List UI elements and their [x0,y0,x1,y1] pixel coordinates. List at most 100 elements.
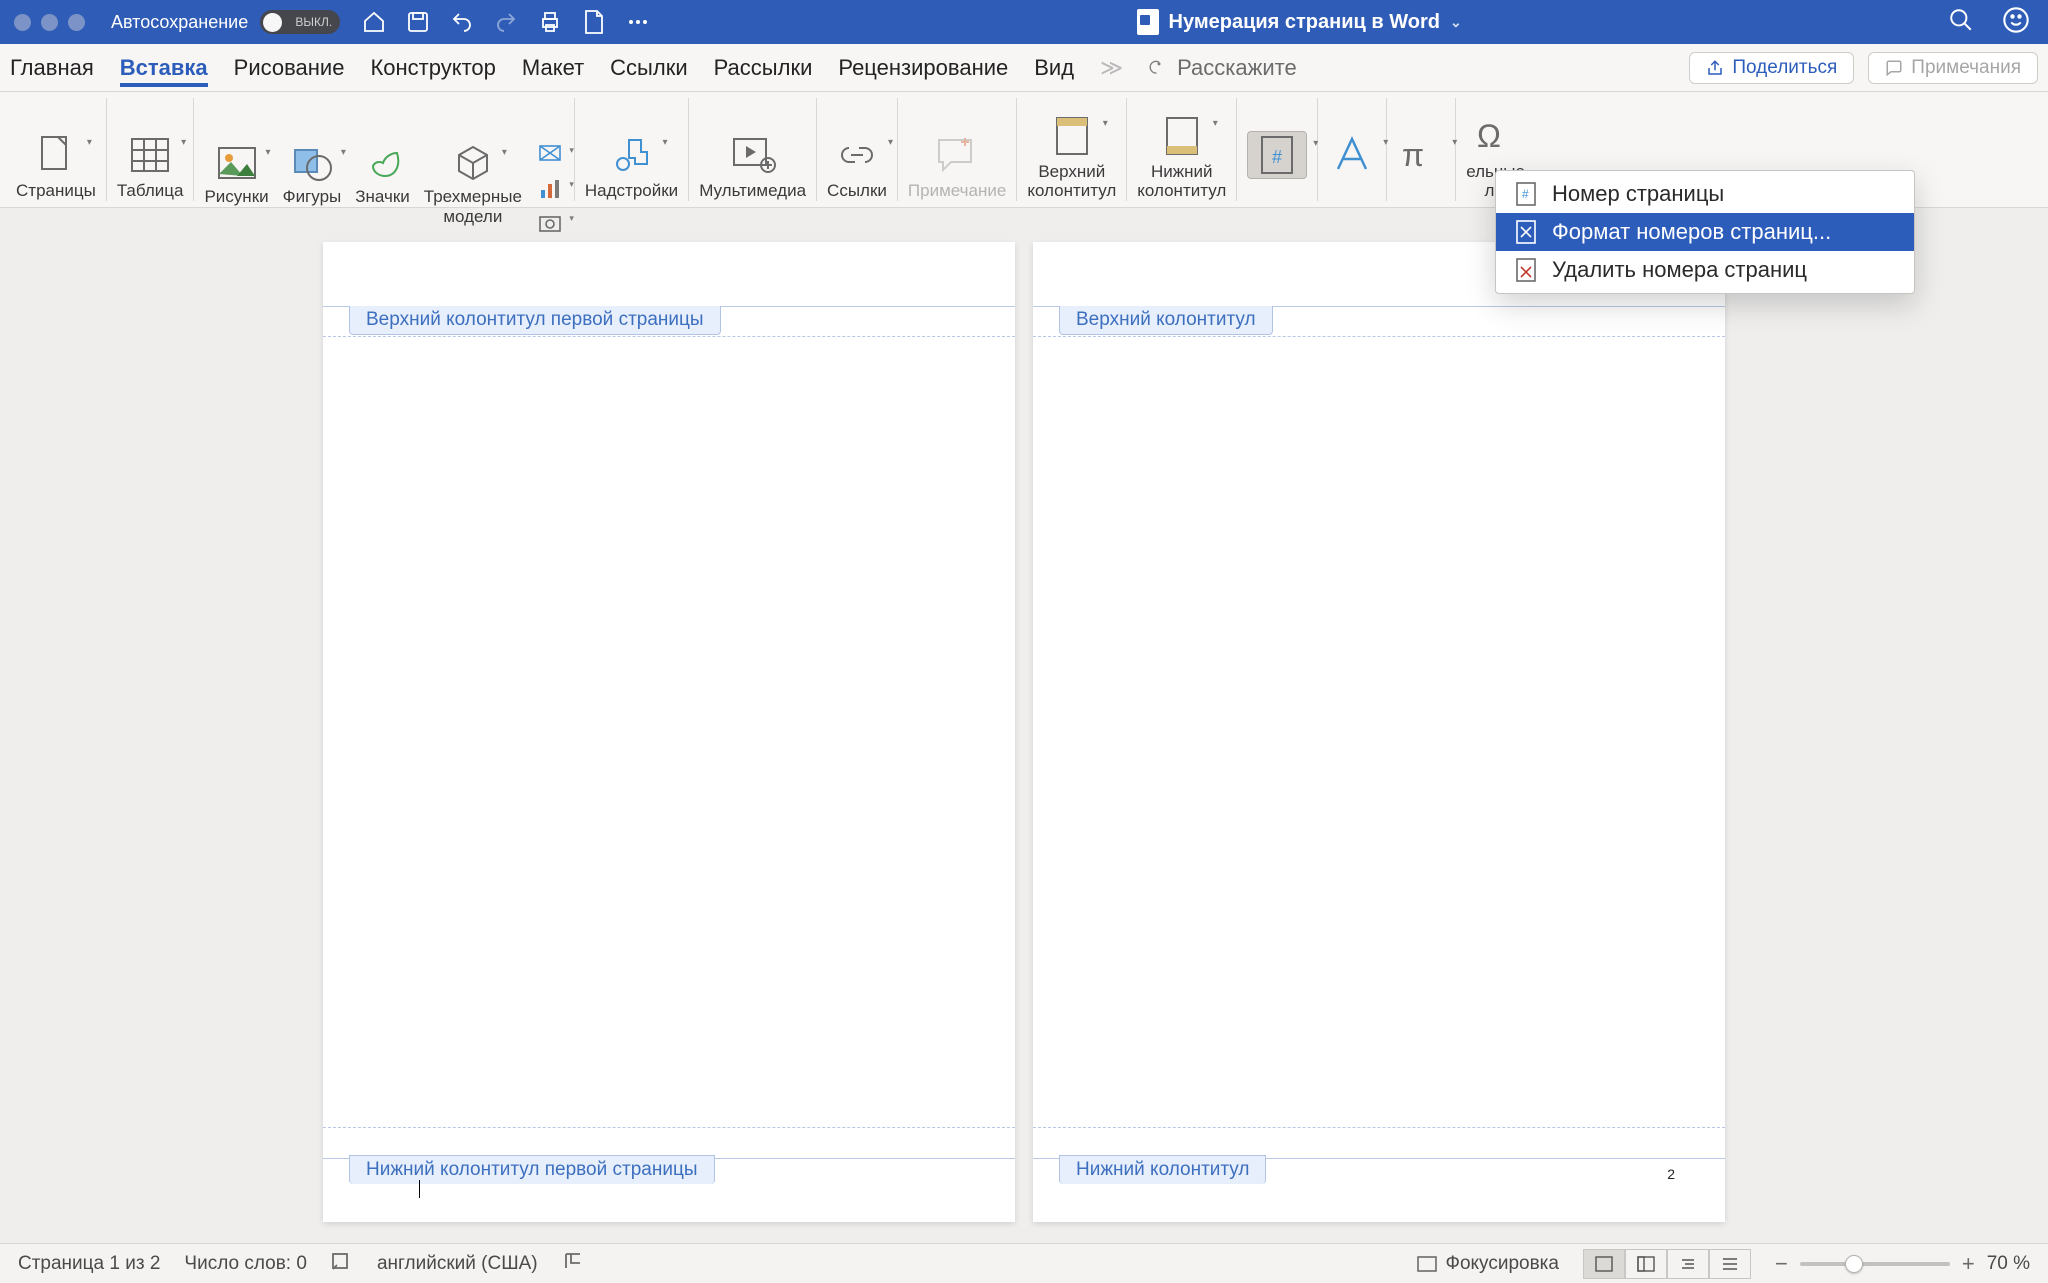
tab-references[interactable]: Ссылки [610,55,687,81]
symbol-button[interactable]: Ω [1472,112,1520,160]
page-number-label [1275,181,1280,201]
doc-title-text: Нумерация страниц в Word [1169,11,1440,34]
table-button[interactable]: ▾ [126,131,174,179]
title-bar: Автосохранение ВЫКЛ. Нумерация страниц в… [0,0,2048,44]
tab-home[interactable]: Главная [10,55,94,81]
status-words[interactable]: Число слов: 0 [184,1253,307,1275]
doc-icon [1137,9,1159,35]
shapes-button[interactable]: ▾ Фигуры [283,141,342,207]
search-icon[interactable] [1948,7,1974,38]
autosave-state: ВЫКЛ. [295,15,332,29]
autosave-toggle[interactable]: ВЫКЛ. [260,10,340,34]
footer-label: Нижний колонтитул [1137,162,1226,201]
zoom-slider[interactable] [1800,1262,1950,1266]
page-number-button[interactable]: # ▾ [1247,131,1307,179]
document-canvas[interactable]: Верхний колонтитул первой страницы Нижни… [0,208,2048,1243]
equation-label [1419,181,1424,201]
links-button[interactable]: ▾ [833,131,881,179]
tab-insert[interactable]: Вставка [120,55,208,87]
icons-button[interactable]: Значки [355,141,410,207]
comment-label: Примечание [908,181,1006,201]
share-button[interactable]: Поделиться [1689,52,1854,84]
svg-text:#: # [1272,147,1282,167]
save-icon[interactable] [406,10,430,34]
svg-text:π: π [1402,137,1424,173]
screenshot-button[interactable]: ▾ [536,209,564,237]
page-number-dropdown: # Номер страницы Формат номеров страниц.… [1495,170,1915,294]
status-spell-icon[interactable] [331,1251,353,1277]
svg-text:#: # [1522,187,1529,201]
home-icon[interactable] [362,10,386,34]
tab-layout[interactable]: Макет [522,55,584,81]
tab-view[interactable]: Вид [1034,55,1074,81]
pictures-button[interactable]: ▾ Рисунки [204,141,268,207]
tab-mailings[interactable]: Рассылки [714,55,813,81]
share-button-label: Поделиться [1732,57,1837,79]
status-language[interactable]: английский (США) [377,1253,538,1275]
chevron-down-icon[interactable]: ⌄ [1450,14,1462,31]
addins-button[interactable]: ▾ [608,131,656,179]
status-accessibility-icon[interactable] [562,1250,584,1278]
group-addins: ▾ Надстройки [575,98,689,201]
dropdown-item-label: Удалить номера страниц [1552,257,1807,283]
group-page-number: # ▾ [1237,98,1318,201]
dropdown-item-remove-page-numbers[interactable]: Удалить номера страниц [1496,251,1914,289]
comments-button[interactable]: Примечания [1868,52,2038,84]
close-icon[interactable] [14,14,31,31]
addins-label: Надстройки [585,181,678,201]
view-web-layout[interactable] [1625,1249,1667,1279]
view-draft[interactable] [1709,1249,1751,1279]
dropcap-button[interactable]: ▾ [1328,131,1376,179]
smiley-icon[interactable] [2002,6,2030,39]
dropdown-item-format-page-numbers[interactable]: Формат номеров страниц... [1496,213,1914,251]
zoom-in-button[interactable]: + [1962,1251,1975,1277]
pictures-label: Рисунки [204,187,268,207]
minimize-icon[interactable] [41,14,58,31]
group-media: Мультимедиа [689,98,817,201]
page2-number: 2 [1667,1166,1675,1182]
pages-button[interactable]: ▾ [32,131,80,179]
icons-label: Значки [355,187,410,207]
view-print-layout[interactable] [1583,1249,1625,1279]
dropdown-item-page-number[interactable]: # Номер страницы [1496,175,1914,213]
links-label: Ссылки [827,181,887,201]
3d-models-button[interactable]: ▾ Трехмерные модели [424,141,522,226]
shapes-label: Фигуры [283,187,342,207]
group-comment: Примечание [898,98,1017,201]
print-icon[interactable] [538,10,562,34]
page-2[interactable]: Верхний колонтитул Нижний колонтитул 2 [1033,242,1725,1222]
footer-button[interactable]: ▾ [1158,112,1206,160]
more-icon[interactable] [626,10,650,34]
chart-button[interactable]: ▾ [536,175,564,203]
tab-draw[interactable]: Рисование [234,55,345,81]
dropdown-item-label: Формат номеров страниц... [1552,219,1831,245]
zoom-value[interactable]: 70 % [1987,1253,2030,1275]
document-title[interactable]: Нумерация страниц в Word ⌄ [658,9,1940,35]
zoom-out-button[interactable]: − [1775,1251,1788,1277]
media-button[interactable] [729,131,777,179]
zoom-controls: − + 70 % [1775,1251,2030,1277]
redo-icon[interactable] [494,10,518,34]
undo-icon[interactable] [450,10,474,34]
media-label: Мультимедиа [699,181,806,201]
overflow-chevrons-icon[interactable]: ≫ [1100,55,1123,81]
page-1[interactable]: Верхний колонтитул первой страницы Нижни… [323,242,1015,1222]
equation-button[interactable]: π ▾ [1397,131,1445,179]
tell-me-search[interactable]: Расскажите [1149,55,1297,81]
window-controls[interactable] [14,14,85,31]
text-cursor [419,1180,420,1198]
status-focus[interactable]: Фокусировка [1416,1253,1559,1275]
tab-review[interactable]: Рецензирование [838,55,1008,81]
header-button[interactable]: ▾ [1048,112,1096,160]
new-doc-icon[interactable] [582,10,606,34]
comment-button [933,131,981,179]
comments-button-label: Примечания [1911,57,2021,79]
maximize-icon[interactable] [68,14,85,31]
dropdown-item-label: Номер страницы [1552,181,1724,207]
tab-design[interactable]: Конструктор [370,55,495,81]
page2-footer-label: Нижний колонтитул [1059,1155,1266,1184]
view-outline[interactable] [1667,1249,1709,1279]
smartart-button[interactable]: ▾ [536,141,564,169]
illustration-mini-column: ▾ ▾ ▾ [536,141,564,237]
status-page[interactable]: Страница 1 из 2 [18,1253,160,1275]
